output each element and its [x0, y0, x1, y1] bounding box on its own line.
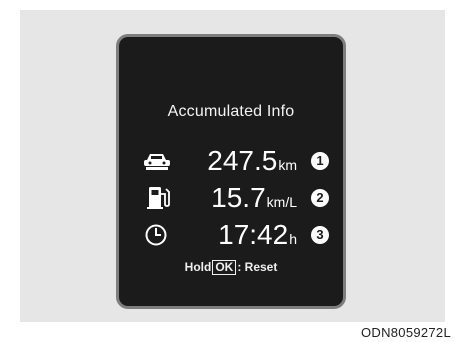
fuel-economy-value: 15.7km/L: [211, 182, 297, 219]
fuel-economy-unit: km/L: [266, 194, 297, 210]
figure-background: Accumulated Info 247.5km 1 15.7km/L 2 17…: [20, 10, 445, 322]
callout-badge-2: 2: [311, 189, 329, 207]
ok-key-label: OK: [212, 260, 237, 275]
callout-badge-3: 3: [311, 226, 329, 244]
clock-icon: [145, 224, 167, 246]
screen-title: Accumulated Info: [167, 103, 295, 120]
distance-number: 247.5: [207, 145, 278, 176]
trip-distance-row: 247.5km 1: [119, 145, 343, 177]
reset-hint-suffix: : Reset: [237, 260, 278, 274]
fuel-economy-number: 15.7: [211, 182, 266, 213]
driving-time-number: 17:42: [218, 219, 289, 250]
fuel-pump-icon: [147, 187, 170, 209]
car-route-icon: [144, 154, 170, 170]
figure-code: ODN8059272L: [360, 325, 451, 340]
driving-time-unit: h: [289, 231, 297, 247]
fuel-economy-row: 15.7km/L 2: [119, 182, 343, 214]
reset-hint: Hold OK: Reset: [119, 260, 343, 275]
distance-unit: km: [278, 157, 297, 173]
driving-time-row: 17:42h 3: [119, 219, 343, 251]
cluster-display: Accumulated Info 247.5km 1 15.7km/L 2 17…: [116, 34, 346, 309]
reset-hint-prefix: Hold: [184, 260, 212, 274]
trip-distance-value: 247.5km: [207, 145, 297, 182]
driving-time-value: 17:42h: [218, 219, 297, 256]
callout-badge-1: 1: [311, 152, 329, 170]
